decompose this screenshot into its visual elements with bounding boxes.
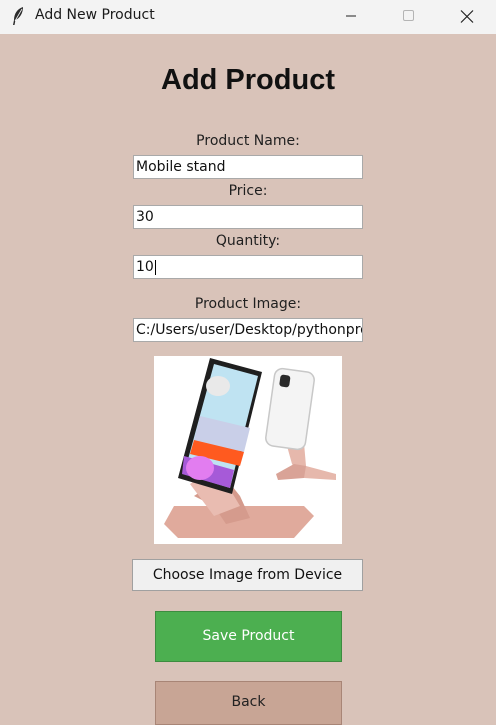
price-input[interactable]: 30 — [133, 205, 363, 229]
maximize-icon — [403, 10, 414, 21]
text-cursor — [154, 259, 156, 275]
choose-image-button[interactable]: Choose Image from Device — [132, 559, 363, 591]
quantity-label: Quantity: — [215, 233, 281, 249]
window-title: Add New Product — [35, 7, 155, 23]
product-image-preview — [154, 356, 342, 544]
minimize-button[interactable] — [328, 0, 374, 34]
phone-stand-image — [154, 356, 342, 544]
minimize-icon — [346, 15, 356, 17]
close-icon — [460, 10, 474, 23]
back-button[interactable]: Back — [155, 681, 342, 725]
image-path-input[interactable]: C:/Users/user/Desktop/pythonproj — [133, 318, 363, 342]
price-label: Price: — [228, 183, 268, 199]
maximize-button[interactable] — [385, 0, 431, 34]
save-product-button[interactable]: Save Product — [155, 611, 342, 662]
quantity-input[interactable]: 10 — [133, 255, 363, 279]
product-name-label: Product Name: — [196, 133, 300, 149]
feather-icon — [11, 6, 25, 26]
product-name-input[interactable]: Mobile stand — [133, 155, 363, 179]
title-bar: Add New Product — [0, 0, 496, 34]
product-image-label: Product Image: — [194, 296, 302, 312]
quantity-value: 10 — [136, 259, 154, 275]
page-title: Add Product — [161, 64, 335, 96]
close-button[interactable] — [444, 0, 490, 34]
